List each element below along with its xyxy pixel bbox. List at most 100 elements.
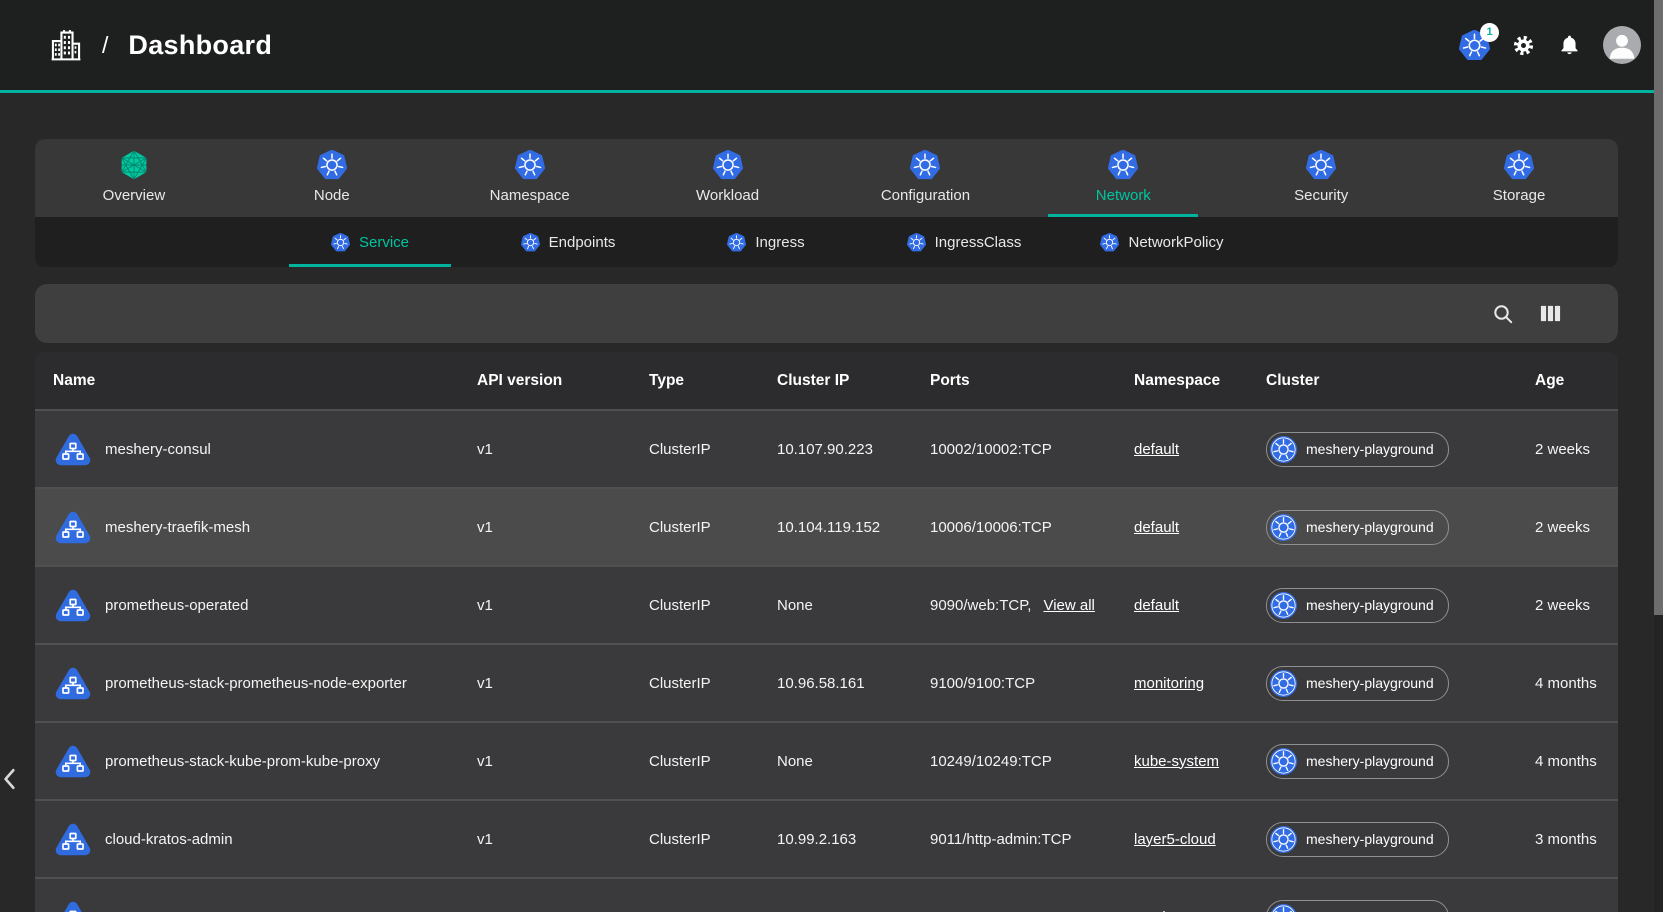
age-cell: 2 weeks xyxy=(1535,519,1618,536)
api-version-cell: v1 xyxy=(477,753,649,770)
page-title: Dashboard xyxy=(128,30,272,61)
namespace-link[interactable]: kube-system xyxy=(1134,753,1219,770)
kubernetes-icon xyxy=(1270,514,1297,541)
cluster-ip-cell: 10.107.90.223 xyxy=(777,441,930,458)
namespace-link[interactable]: layer5-cloud xyxy=(1134,831,1216,848)
search-icon[interactable] xyxy=(1491,302,1515,326)
tab-node[interactable]: Node xyxy=(233,139,431,217)
service-resource-icon xyxy=(53,821,93,858)
type-cell: ClusterIP xyxy=(649,441,777,458)
view-columns-icon[interactable] xyxy=(1539,302,1562,325)
column-header-namespace: Namespace xyxy=(1134,372,1266,390)
namespace-link[interactable]: default xyxy=(1134,519,1179,536)
view-all-link[interactable]: View all xyxy=(1043,597,1094,614)
service-name: meshery-traefik-mesh xyxy=(105,519,250,536)
cluster-chip[interactable]: meshery-playground xyxy=(1266,432,1449,467)
tab-namespace[interactable]: Namespace xyxy=(431,139,629,217)
collapse-panel-chevron-icon[interactable] xyxy=(2,768,18,790)
table-toolbar xyxy=(35,284,1618,343)
service-resource-icon xyxy=(53,665,93,702)
namespace-link[interactable]: default xyxy=(1134,597,1179,614)
app-bar: / Dashboard 1 xyxy=(0,0,1663,90)
type-cell: ClusterIP xyxy=(649,597,777,614)
tab-label: Workload xyxy=(696,187,759,204)
type-cell: ClusterIP xyxy=(649,831,777,848)
service-resource-icon xyxy=(53,587,93,624)
column-header-cluster-ip: Cluster IP xyxy=(777,372,930,390)
table-row[interactable]: meshery meshery-playground xyxy=(35,877,1618,912)
kubernetes-icon xyxy=(1270,904,1297,912)
cluster-chip[interactable]: meshery-playground xyxy=(1266,510,1449,545)
tab-security[interactable]: Security xyxy=(1222,139,1420,217)
service-name: prometheus-stack-prometheus-node-exporte… xyxy=(105,675,407,692)
service-name: prometheus-operated xyxy=(105,597,248,614)
table-row[interactable]: meshery-consul v1 ClusterIP 10.107.90.22… xyxy=(35,409,1618,487)
tab-label: Overview xyxy=(103,187,166,204)
age-cell: 2 weeks xyxy=(1535,441,1618,458)
service-name: cloud-kratos-admin xyxy=(105,831,233,848)
kubernetes-icon xyxy=(521,233,540,252)
page-scrollbar[interactable] xyxy=(1654,0,1663,912)
tab-configuration[interactable]: Configuration xyxy=(827,139,1025,217)
kubernetes-icon xyxy=(1270,670,1297,697)
service-resource-icon xyxy=(53,431,93,468)
namespace-link[interactable]: monitoring xyxy=(1134,675,1204,692)
column-header-api-version: API version xyxy=(477,372,649,390)
api-version-cell: v1 xyxy=(477,675,649,692)
kubernetes-icon xyxy=(317,150,347,180)
age-cell: 3 months xyxy=(1535,831,1618,848)
age-cell: 2 weeks xyxy=(1535,597,1618,614)
service-resource-icon xyxy=(53,899,93,912)
ports-cell: 10002/10002:TCP xyxy=(930,441,1134,458)
cluster-ip-cell: None xyxy=(777,753,930,770)
subtab-service[interactable]: Service xyxy=(271,217,469,267)
kubernetes-icon xyxy=(1270,748,1297,775)
kubernetes-icon xyxy=(910,150,940,180)
kubernetes-icon xyxy=(1270,592,1297,619)
table-row[interactable]: prometheus-stack-prometheus-node-exporte… xyxy=(35,643,1618,721)
table-row[interactable]: cloud-kratos-admin v1 ClusterIP 10.99.2.… xyxy=(35,799,1618,877)
building-icon xyxy=(50,28,82,62)
tab-overview[interactable]: Overview xyxy=(35,139,233,217)
cluster-chip[interactable]: meshery-playground xyxy=(1266,900,1449,912)
services-table: NameAPI versionTypeCluster IPPortsNamesp… xyxy=(35,352,1618,912)
settings-gear-icon[interactable] xyxy=(1511,33,1536,58)
cluster-ip-cell: 10.99.2.163 xyxy=(777,831,930,848)
service-resource-icon xyxy=(53,509,93,546)
service-name: prometheus-stack-kube-prom-kube-proxy xyxy=(105,753,380,770)
table-row[interactable]: prometheus-stack-kube-prom-kube-proxy v1… xyxy=(35,721,1618,799)
table-row[interactable]: prometheus-operated v1 ClusterIP None 90… xyxy=(35,565,1618,643)
breadcrumb-separator: / xyxy=(102,32,108,59)
table-header-row: NameAPI versionTypeCluster IPPortsNamesp… xyxy=(35,352,1618,409)
kubernetes-icon xyxy=(331,233,350,252)
subtab-endpoints[interactable]: Endpoints xyxy=(469,217,667,267)
type-cell: ClusterIP xyxy=(649,753,777,770)
tab-network[interactable]: Network xyxy=(1024,139,1222,217)
api-version-cell: v1 xyxy=(477,597,649,614)
namespace-link[interactable]: default xyxy=(1134,441,1179,458)
subtab-label: IngressClass xyxy=(935,234,1022,251)
scrollbar-thumb[interactable] xyxy=(1654,0,1663,615)
user-avatar[interactable] xyxy=(1603,26,1641,64)
subtab-networkpolicy[interactable]: NetworkPolicy xyxy=(1063,217,1261,267)
table-row[interactable]: meshery-traefik-mesh v1 ClusterIP 10.104… xyxy=(35,487,1618,565)
cluster-chip[interactable]: meshery-playground xyxy=(1266,588,1449,623)
tab-storage[interactable]: Storage xyxy=(1420,139,1618,217)
column-header-name: Name xyxy=(53,372,477,390)
kubernetes-icon xyxy=(1108,150,1138,180)
table-body: meshery-consul v1 ClusterIP 10.107.90.22… xyxy=(35,409,1618,912)
cluster-chip[interactable]: meshery-playground xyxy=(1266,744,1449,779)
notifications-bell-icon[interactable] xyxy=(1557,33,1582,58)
service-name: meshery-consul xyxy=(105,441,211,458)
api-version-cell: v1 xyxy=(477,441,649,458)
kubernetes-icon xyxy=(1306,150,1336,180)
type-cell: ClusterIP xyxy=(649,675,777,692)
kubernetes-context-icon[interactable]: 1 xyxy=(1459,30,1490,61)
accent-divider xyxy=(0,90,1663,93)
namespace-link[interactable]: meshery xyxy=(1134,909,1192,912)
tab-workload[interactable]: Workload xyxy=(629,139,827,217)
cluster-chip[interactable]: meshery-playground xyxy=(1266,666,1449,701)
subtab-ingress[interactable]: Ingress xyxy=(667,217,865,267)
subtab-ingressclass[interactable]: IngressClass xyxy=(865,217,1063,267)
cluster-chip[interactable]: meshery-playground xyxy=(1266,822,1449,857)
